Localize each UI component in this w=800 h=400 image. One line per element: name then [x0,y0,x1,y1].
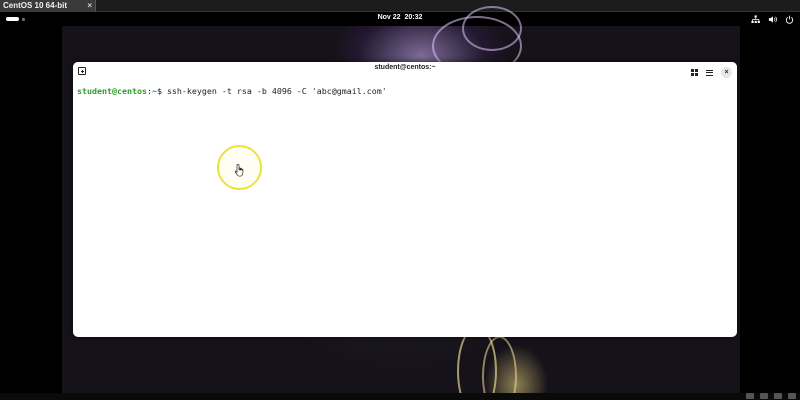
power-icon [785,15,794,24]
hand-pointer-icon [234,163,244,177]
status-icon [760,393,768,399]
clock-date: Nov 22 [377,14,401,21]
status-icons [746,393,796,399]
clock-time: 20:32 [404,14,423,21]
window-controls: × [691,67,732,78]
hamburger-menu-icon[interactable] [706,69,713,76]
status-icon [746,393,754,399]
volume-icon [768,15,777,23]
command-text: ssh-keygen -t rsa -b 4096 -C 'abc@gmail.… [166,86,387,96]
vm-tab-bar: CentOS 10 64-bit × [0,0,800,12]
gnome-top-bar: Nov 22 20:32 [0,12,800,26]
prompt-symbol: $ [156,86,167,96]
terminal-window[interactable]: student@centos:~ × student@centos:~$ ssh… [73,62,737,337]
status-icon [788,393,796,399]
close-window-button[interactable]: × [721,67,732,78]
wallpaper-shape [462,6,522,51]
wallpaper-shape [482,336,517,400]
terminal-output[interactable]: student@centos:~$ ssh-keygen -t rsa -b 4… [77,86,733,96]
vm-tab[interactable]: CentOS 10 64-bit × [0,0,96,12]
status-icon [774,393,782,399]
vm-tab-label: CentOS 10 64-bit [3,1,68,10]
vm-tab-close-icon[interactable]: × [87,0,92,12]
tab-overview-icon[interactable] [691,69,698,76]
prompt-user: student@centos [77,86,147,96]
system-tray[interactable] [751,13,794,25]
terminal-header-bar[interactable]: student@centos:~ × [73,62,737,81]
network-icon [751,14,760,23]
bottom-status-bar [0,393,800,400]
terminal-title: student@centos:~ [374,64,436,71]
clock[interactable]: Nov 22 20:32 [0,14,800,21]
